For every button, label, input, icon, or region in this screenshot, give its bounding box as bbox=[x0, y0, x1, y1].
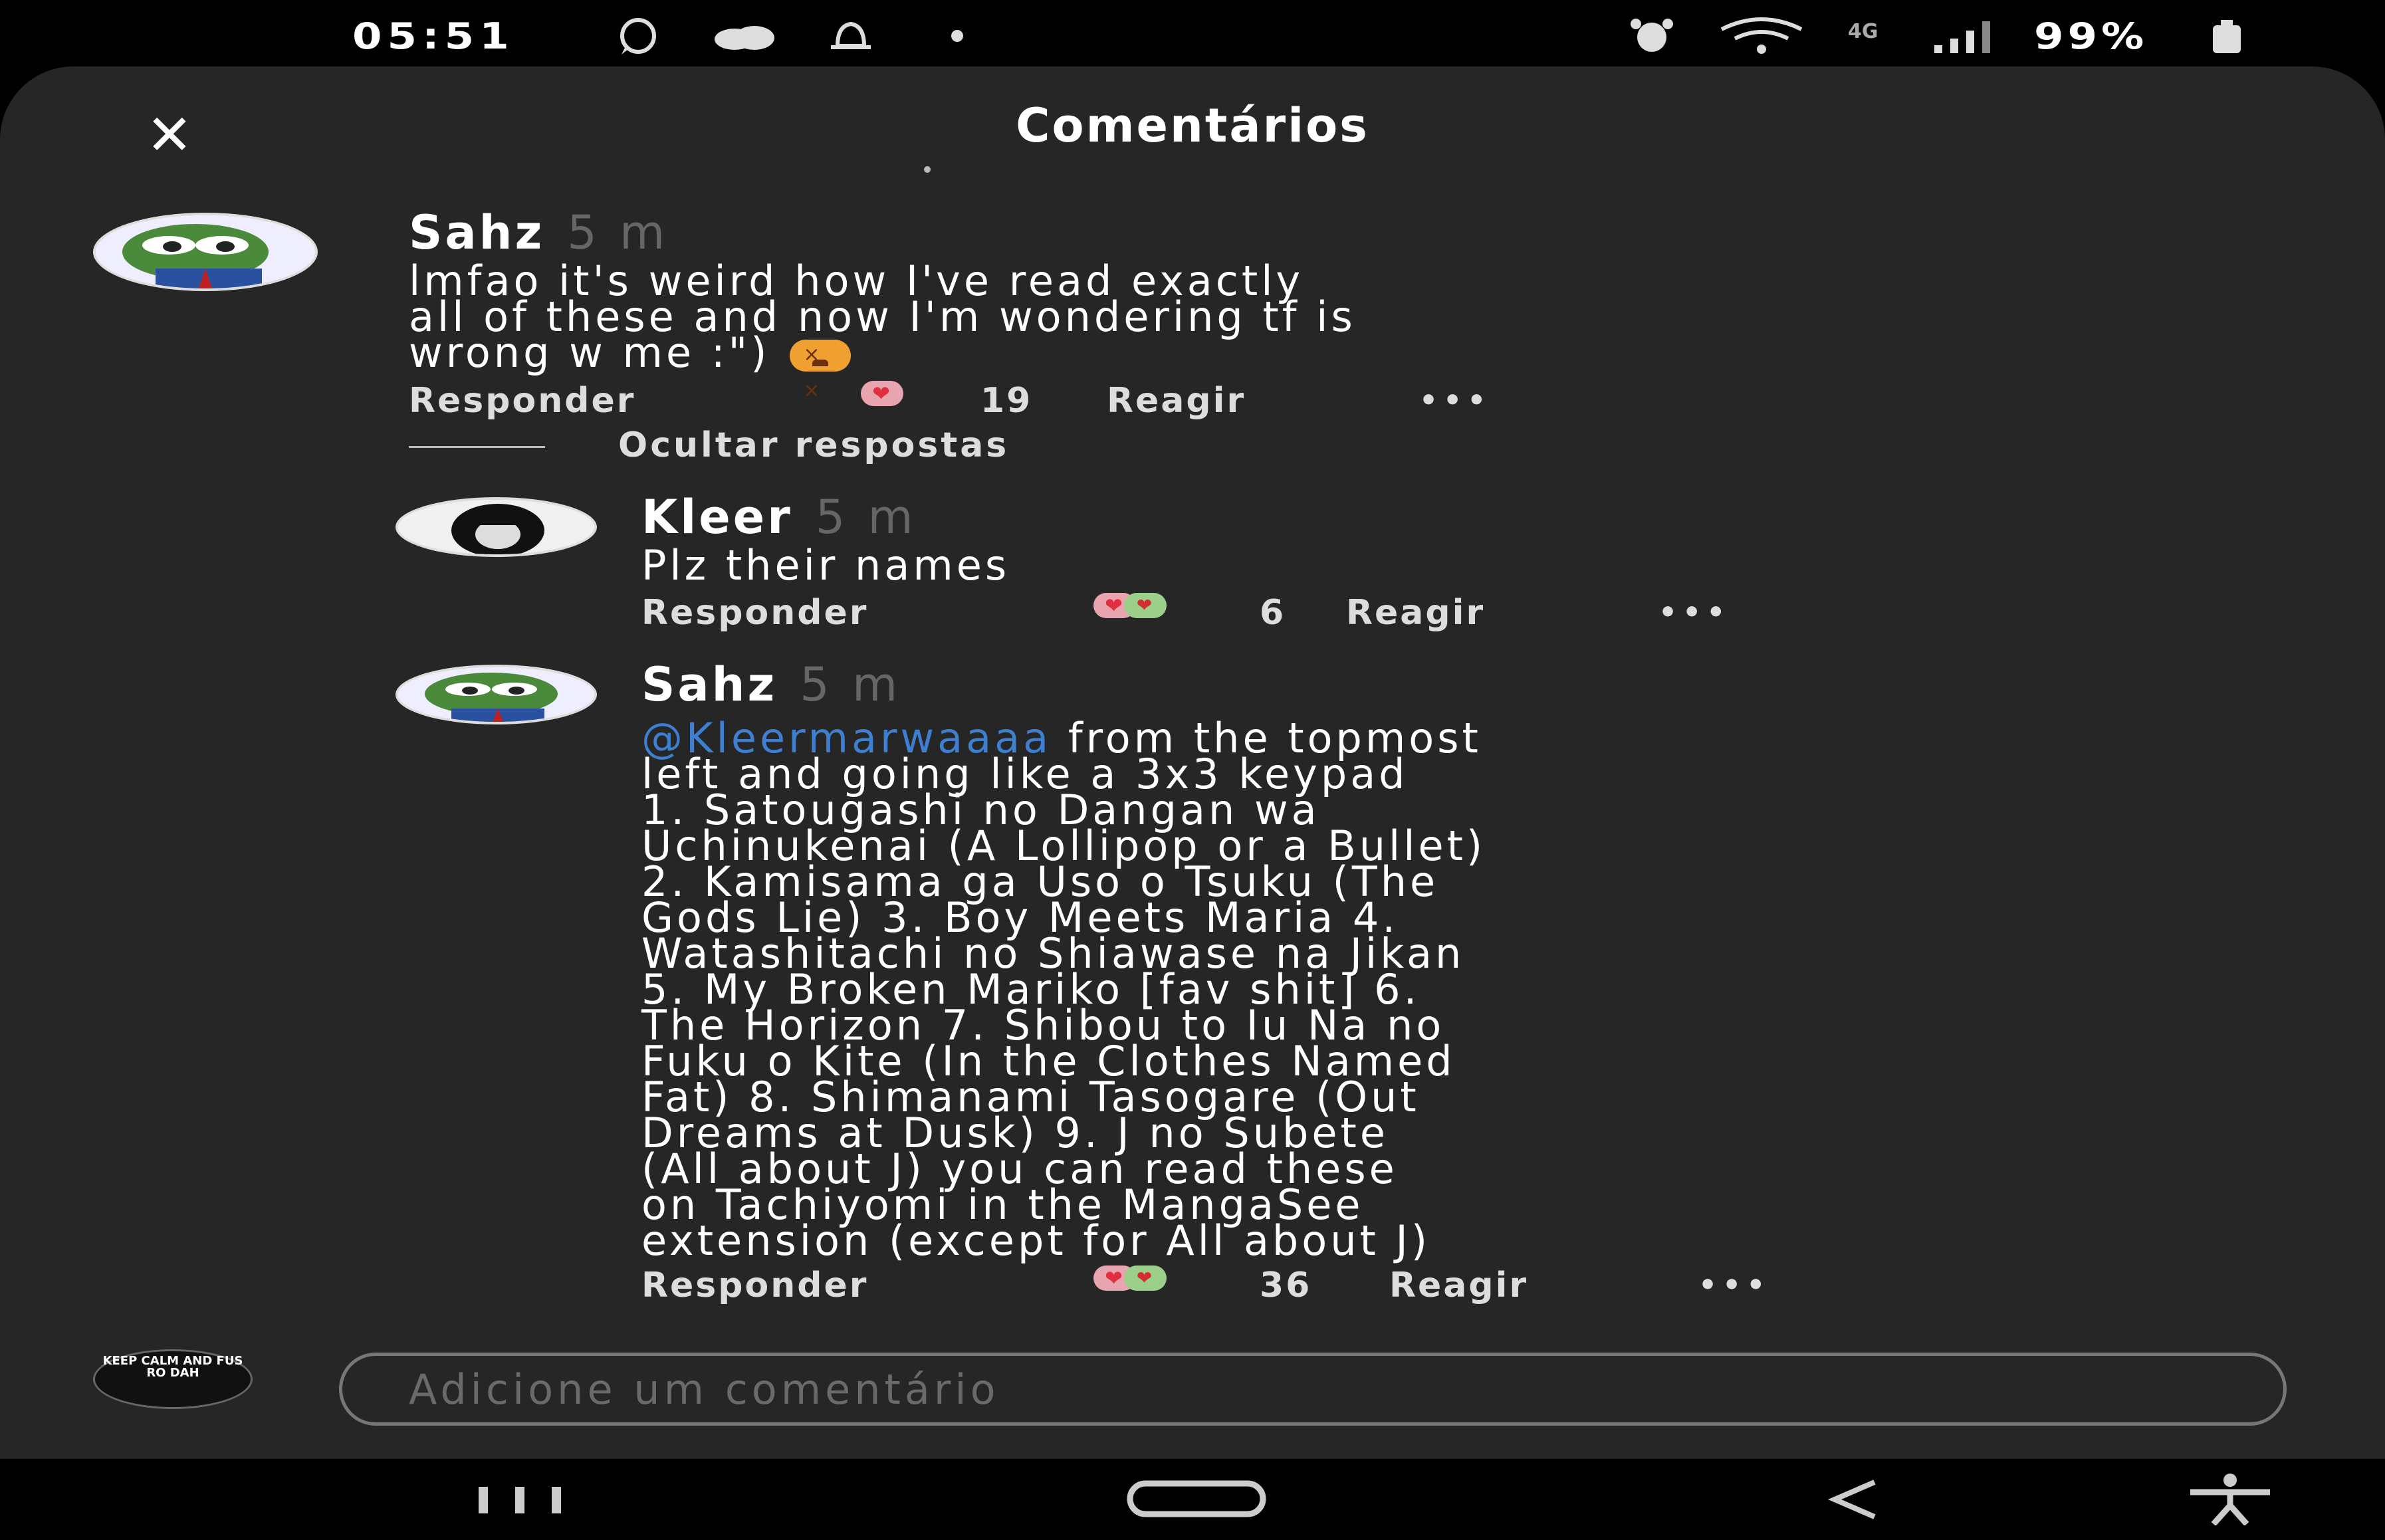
comment-text: lmfao it's weird how I've read exactly a… bbox=[409, 257, 1356, 377]
comment-time: 5 m bbox=[815, 490, 917, 544]
comment-author[interactable]: Sahz bbox=[409, 205, 544, 260]
comment-author[interactable]: Sahz bbox=[641, 657, 777, 712]
back-icon bbox=[1827, 1480, 1876, 1519]
accessibility-icon bbox=[2190, 1474, 2270, 1525]
comment-time: 5 m bbox=[800, 657, 902, 712]
avatar[interactable] bbox=[93, 213, 318, 291]
bell-icon bbox=[818, 15, 884, 57]
comment-time: 5 m bbox=[567, 205, 669, 260]
battery-level: 99% bbox=[2034, 15, 2148, 58]
replies-divider bbox=[409, 446, 545, 448]
wifi-icon bbox=[1715, 15, 1808, 57]
heart-icon: ❤ bbox=[861, 380, 903, 406]
comment: Sahz 5 m lmfao it's weird how I've read e… bbox=[409, 206, 2270, 421]
page-title: Comentários bbox=[1016, 98, 1369, 153]
alarm-icon bbox=[1615, 15, 1688, 57]
whatsapp-icon bbox=[598, 15, 678, 57]
reaction-count: 19 bbox=[980, 380, 1033, 421]
comment-text: Plz their names bbox=[641, 541, 1010, 590]
reply-comment: Kleer 5 m Plz their names Responder ❤ ❤ 6… bbox=[641, 491, 2303, 633]
recent-apps-icon bbox=[479, 1487, 561, 1513]
avatar[interactable] bbox=[396, 497, 597, 557]
accessibility-button[interactable] bbox=[2180, 1472, 2280, 1525]
comment-text: left and going like a 3x3 keypad 1. Sato… bbox=[641, 750, 1486, 1265]
status-time: 05:51 bbox=[352, 15, 514, 58]
comment-input-container[interactable] bbox=[339, 1353, 2287, 1426]
home-icon bbox=[1127, 1480, 1266, 1517]
current-user-avatar: KEEP CALM AND FUS RO DAH bbox=[93, 1349, 253, 1409]
comment-author[interactable]: Kleer bbox=[641, 490, 793, 544]
avatar[interactable] bbox=[396, 665, 597, 724]
status-bar: 05:51 4G 99% bbox=[0, 0, 2385, 73]
more-options-button[interactable]: ••• bbox=[1419, 381, 1491, 421]
reply-button[interactable]: Responder bbox=[409, 381, 635, 421]
tired-face-emoji bbox=[790, 337, 852, 409]
reaction-count: 6 bbox=[1260, 593, 1286, 633]
more-options-button[interactable]: ••• bbox=[1658, 593, 1730, 633]
reactions-badge[interactable]: ❤ ❤ bbox=[1093, 593, 1167, 618]
comments-sheet: ✕ Comentários Sahz 5 m lmfao it's weird h… bbox=[0, 66, 2385, 1459]
home-button[interactable] bbox=[1123, 1472, 1270, 1525]
system-nav-bar bbox=[0, 1459, 2385, 1540]
recent-apps-button[interactable] bbox=[465, 1472, 578, 1525]
hide-replies-button[interactable]: Ocultar respostas bbox=[618, 425, 1009, 465]
react-button[interactable]: Reagir bbox=[1107, 381, 1246, 421]
comment-composer: KEEP CALM AND FUS RO DAH bbox=[0, 1276, 2385, 1442]
drag-dot bbox=[924, 166, 931, 173]
comment-input[interactable] bbox=[342, 1356, 2283, 1422]
network-type: 4G bbox=[1848, 20, 1878, 43]
back-button[interactable] bbox=[1815, 1472, 1894, 1525]
react-button[interactable]: Reagir bbox=[1346, 593, 1485, 633]
heart-eyes-icon: ❤ bbox=[1124, 593, 1167, 618]
reactions-badge[interactable]: ❤ bbox=[861, 380, 903, 406]
dot-icon bbox=[944, 15, 970, 57]
cloud-icon bbox=[705, 15, 784, 57]
reply-button[interactable]: Responder bbox=[641, 593, 868, 633]
reply-comment: Sahz 5 m @Kleermarwaaaa from the topmost … bbox=[641, 658, 2330, 1305]
signal-icon bbox=[1928, 15, 2007, 57]
battery-icon bbox=[2200, 15, 2253, 57]
